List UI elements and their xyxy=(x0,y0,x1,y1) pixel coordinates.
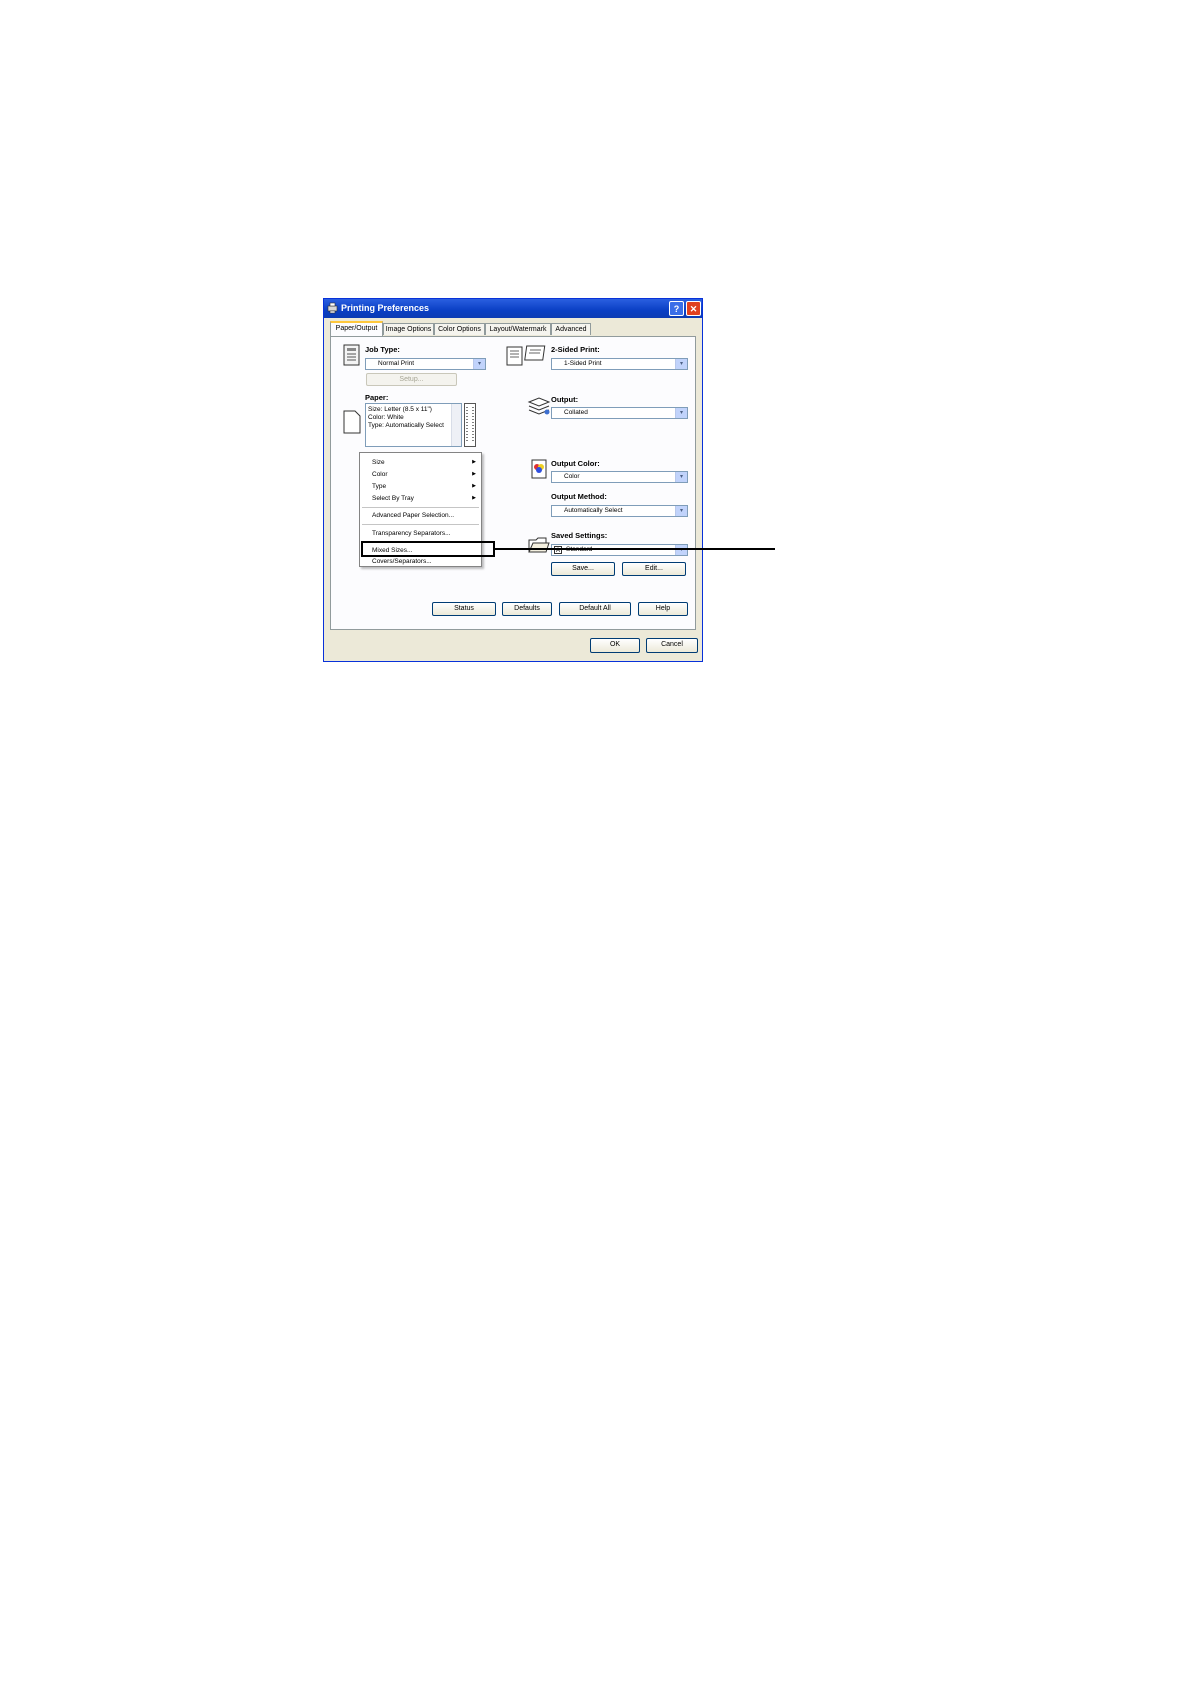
two-sided-print-icon xyxy=(506,345,546,366)
submenu-arrow-icon: ▶ xyxy=(472,459,476,465)
output-select[interactable]: Collated ▾ xyxy=(551,407,688,419)
menu-item-select-by-tray[interactable]: Select By Tray ▶ xyxy=(360,493,481,504)
job-type-icon xyxy=(343,344,360,366)
folder-icon xyxy=(528,537,550,553)
chevron-down-icon[interactable]: ▾ xyxy=(675,359,687,369)
saved-settings-label: Saved Settings: xyxy=(551,531,608,540)
tab-layout-watermark[interactable]: Layout/Watermark xyxy=(485,323,551,335)
menu-item-label: Select By Tray xyxy=(372,495,414,502)
paper-summary-list[interactable]: Size: Letter (8.5 x 11") Color: White Ty… xyxy=(365,403,462,447)
output-color-value: Color xyxy=(564,473,580,480)
setup-button[interactable]: Setup... xyxy=(366,373,457,386)
output-stack-icon xyxy=(527,397,551,415)
cancel-button[interactable]: Cancel xyxy=(646,638,698,653)
output-color-icon xyxy=(531,459,547,479)
output-value: Collated xyxy=(564,409,588,416)
status-button[interactable]: Status xyxy=(432,602,496,616)
printer-app-icon xyxy=(327,302,338,314)
two-sided-print-label: 2-Sided Print: xyxy=(551,345,600,354)
output-method-label: Output Method: xyxy=(551,492,607,501)
two-sided-print-select[interactable]: 1-Sided Print ▾ xyxy=(551,358,688,370)
chevron-down-icon[interactable]: ▾ xyxy=(675,472,687,482)
dialog-title: Printing Preferences xyxy=(341,303,430,313)
edit-button[interactable]: Edit... xyxy=(622,562,686,576)
job-type-value: Normal Print xyxy=(378,360,415,367)
menu-item-color[interactable]: Color ▶ xyxy=(360,469,481,480)
tray-dots-icon xyxy=(466,407,474,443)
output-method-select[interactable]: Automatically Select ▾ xyxy=(551,505,688,517)
menu-item-type[interactable]: Type ▶ xyxy=(360,481,481,492)
paper-label: Paper: xyxy=(365,393,389,402)
saved-settings-select[interactable]: A Standard ▾ xyxy=(551,544,688,556)
tab-image-options[interactable]: Image Options xyxy=(383,323,434,335)
output-color-select[interactable]: Color ▾ xyxy=(551,471,688,483)
menu-item-label: Type xyxy=(372,483,387,490)
menu-item-label: Size xyxy=(372,459,385,466)
chevron-down-icon[interactable]: ▾ xyxy=(473,359,485,369)
menu-item-label: Color xyxy=(372,471,388,478)
paper-tray-button[interactable] xyxy=(464,403,476,447)
menu-item-size[interactable]: Size ▶ xyxy=(360,457,481,468)
two-sided-print-value: 1-Sided Print xyxy=(564,360,602,367)
tab-color-options[interactable]: Color Options xyxy=(434,323,485,335)
paper-size-line: Size: Letter (8.5 x 11") xyxy=(368,406,432,413)
title-bar[interactable]: Printing Preferences ? ✕ xyxy=(324,299,702,318)
save-button[interactable]: Save... xyxy=(551,562,615,576)
menu-item-transparency-separators[interactable]: Transparency Separators... xyxy=(360,528,481,539)
output-color-label: Output Color: xyxy=(551,459,600,468)
tab-paper-output[interactable]: Paper/Output xyxy=(330,321,383,336)
callout-leader-line xyxy=(495,548,775,550)
callout-highlight-box xyxy=(361,541,495,557)
help-button[interactable]: Help xyxy=(638,602,688,616)
paper-type-line: Type: Automatically Select xyxy=(368,422,444,429)
help-icon[interactable]: ? xyxy=(669,301,684,316)
output-label: Output: xyxy=(551,395,579,404)
default-all-button[interactable]: Default All xyxy=(559,602,631,616)
ok-button[interactable]: OK xyxy=(590,638,640,653)
paper-color-line: Color: White xyxy=(368,414,404,421)
paper-icon xyxy=(343,410,361,434)
submenu-arrow-icon: ▶ xyxy=(472,483,476,489)
menu-separator xyxy=(362,524,479,525)
submenu-arrow-icon: ▶ xyxy=(472,471,476,477)
menu-separator xyxy=(362,507,479,508)
tab-advanced[interactable]: Advanced xyxy=(551,323,591,335)
paper-list-scrollbar[interactable] xyxy=(451,404,461,446)
job-type-select[interactable]: Normal Print ▾ xyxy=(365,358,486,370)
job-type-label: Job Type: xyxy=(365,345,400,354)
close-icon[interactable]: ✕ xyxy=(686,301,701,316)
output-method-value: Automatically Select xyxy=(564,507,623,514)
chevron-down-icon[interactable]: ▾ xyxy=(675,408,687,418)
chevron-down-icon[interactable]: ▾ xyxy=(675,506,687,516)
chevron-down-icon[interactable]: ▾ xyxy=(675,545,687,555)
menu-item-covers-separators[interactable]: Covers/Separators... xyxy=(360,556,481,567)
submenu-arrow-icon: ▶ xyxy=(472,495,476,501)
menu-item-advanced-paper-selection[interactable]: Advanced Paper Selection... xyxy=(360,510,481,521)
defaults-button[interactable]: Defaults xyxy=(502,602,552,616)
